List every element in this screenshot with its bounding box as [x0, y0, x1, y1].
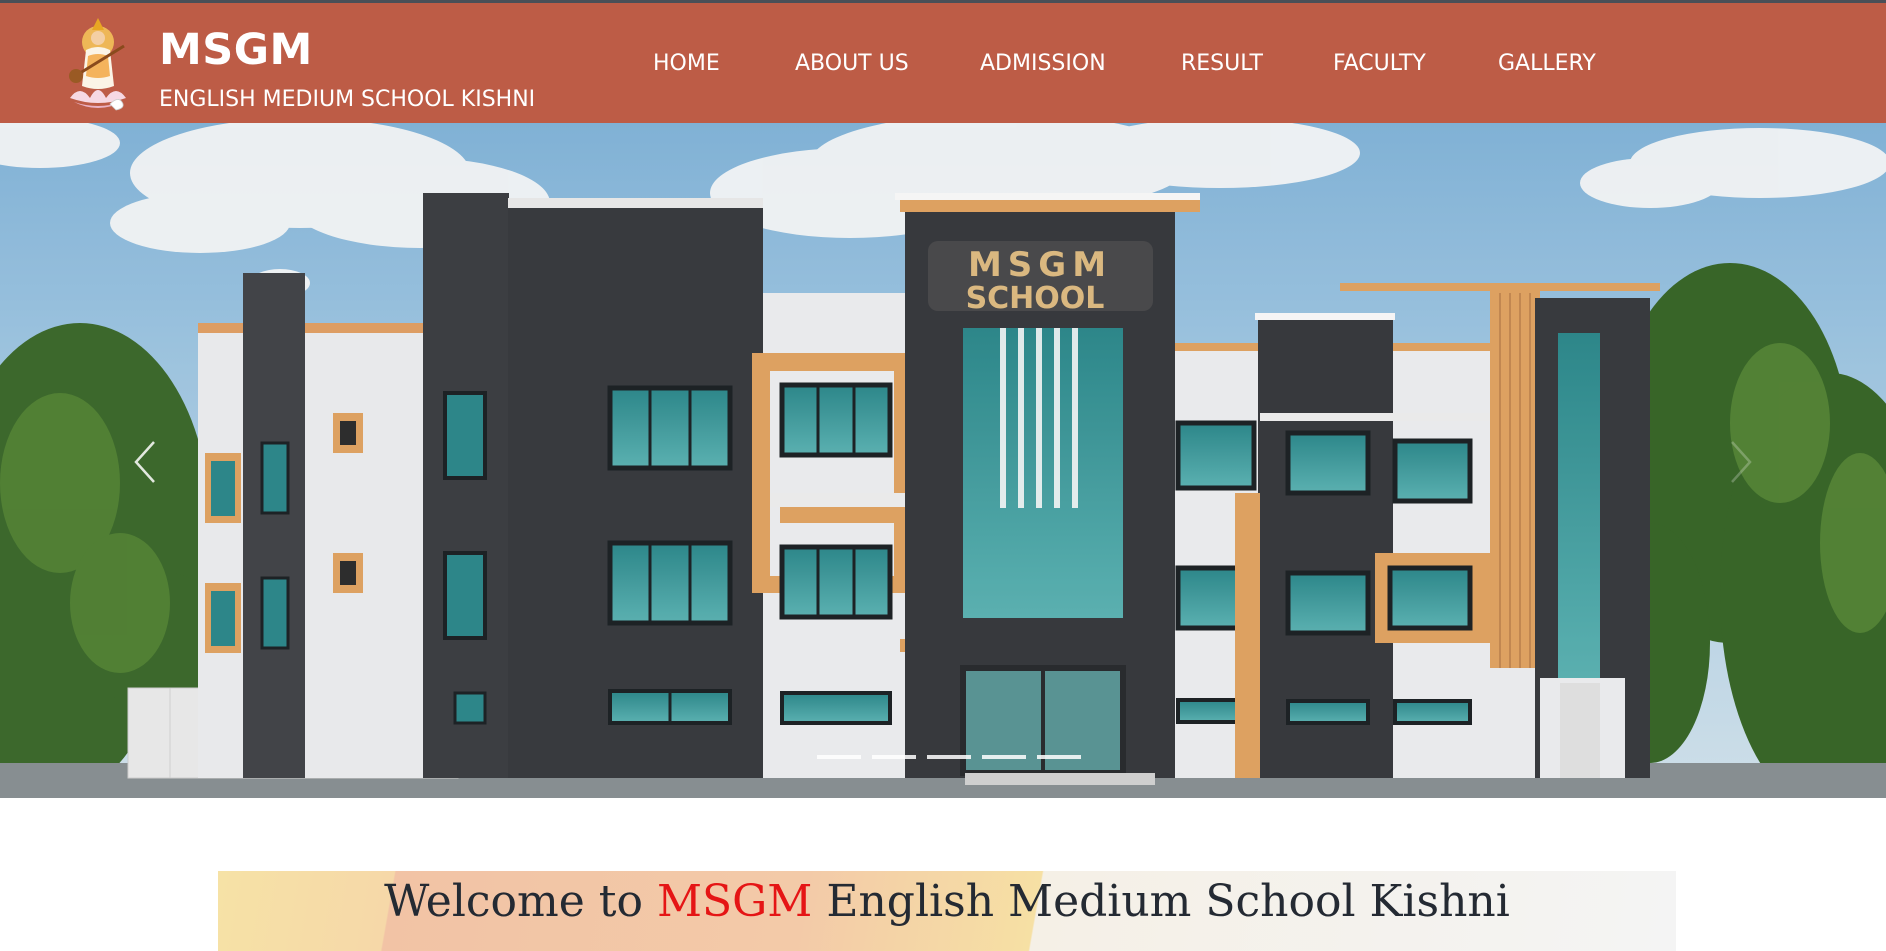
slider-dot-1[interactable] — [817, 755, 861, 759]
slider-dot-2[interactable] — [872, 755, 916, 759]
nav-faculty[interactable]: FACULTY — [1333, 53, 1426, 75]
nav-result[interactable]: RESULT — [1181, 53, 1263, 75]
welcome-banner: Welcome to MSGM English Medium School Ki… — [218, 871, 1676, 951]
chevron-left-icon — [134, 441, 155, 483]
welcome-title-prefix: Welcome to — [384, 876, 657, 927]
chevron-right-icon — [1731, 441, 1752, 483]
welcome-title-suffix: English Medium School Kishni — [812, 876, 1510, 927]
hero-slider: MSGM SCHOOL — [0, 123, 1886, 798]
site-header: MSGM ENGLISH MEDIUM SCHOOL KISHNI HOME A… — [0, 3, 1886, 123]
nav-home[interactable]: HOME — [653, 53, 720, 75]
nav-gallery[interactable]: GALLERY — [1498, 53, 1596, 75]
slider-dot-4[interactable] — [982, 755, 1026, 759]
welcome-title-accent: MSGM — [656, 876, 813, 927]
slider-indicators — [817, 755, 1081, 759]
nav-admission[interactable]: ADMISSION — [980, 53, 1106, 75]
nav-about-us[interactable]: ABOUT US — [795, 53, 909, 75]
slider-dot-3[interactable] — [927, 755, 971, 759]
slider-prev-button[interactable] — [126, 432, 166, 492]
main-navigation: HOME ABOUT US ADMISSION RESULT FACULTY G… — [0, 3, 1886, 123]
slider-next-button[interactable] — [1720, 432, 1760, 492]
welcome-heading: Welcome to MSGM English Medium School Ki… — [218, 876, 1676, 928]
school-building-image: MSGM SCHOOL — [0, 123, 1886, 798]
slider-dot-5[interactable] — [1037, 755, 1081, 759]
